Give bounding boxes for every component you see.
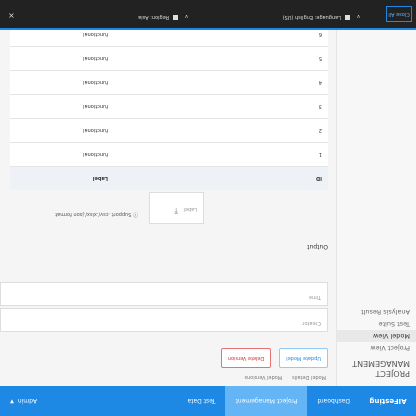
cell-label: functional: [83, 31, 108, 38]
region-select[interactable]: Region: Asia: [138, 14, 178, 20]
user-name: Admin: [17, 397, 37, 405]
cell-id: 5: [318, 55, 322, 62]
nav-tab-test-data[interactable]: Test Data: [177, 386, 225, 416]
cell-label: functional: [83, 55, 108, 62]
user-menu[interactable]: Admin ▼: [0, 386, 37, 416]
format-hint: ⓘ Support .csv/.xlsx/.json format: [55, 211, 138, 218]
table-row: 5 functional: [10, 46, 328, 70]
cell-id: 1: [318, 151, 322, 158]
top-navbar: AIFesting Dashboard Project Management T…: [0, 386, 416, 416]
main-content: Model Details Model Versions Update Mode…: [0, 22, 334, 386]
info-icon: ⓘ: [131, 211, 138, 217]
table-row: 4 functional: [10, 70, 328, 94]
bottom-toolbar: Close All v Language: English (US) v Reg…: [0, 0, 416, 30]
labels-table: ID Label 1 functional 2 functional 3 fun…: [10, 22, 328, 190]
sidebar: PROJECT MANAGEMENT Project View Model Vi…: [336, 30, 416, 386]
action-buttons: Update Model Delete Version: [220, 348, 328, 368]
sidebar-item-test-suite[interactable]: Test Suite: [337, 318, 416, 330]
upload-label: Label: [183, 206, 198, 212]
chevron-down-icon[interactable]: v: [185, 13, 188, 19]
sidebar-item-project-view[interactable]: Project View: [337, 342, 416, 354]
close-icon[interactable]: ×: [8, 11, 15, 20]
close-all-button[interactable]: Close All: [386, 6, 412, 22]
column-header-label: Label: [92, 175, 108, 182]
cell-id: 2: [318, 127, 322, 134]
time-field[interactable]: Time: [0, 282, 328, 306]
label-upload[interactable]: Label ⤒: [149, 192, 204, 224]
upload-icon: ⤒: [174, 206, 178, 215]
creator-field[interactable]: Creator: [0, 308, 328, 332]
nav-tab-project-management[interactable]: Project Management: [225, 386, 308, 416]
format-hint-text: Support .csv/.xlsx/.json format: [55, 211, 132, 217]
table-row: 1 functional: [10, 142, 328, 166]
brand-logo[interactable]: AIFesting: [360, 386, 416, 416]
sidebar-item-analysis-result[interactable]: Analysis Result: [337, 306, 416, 318]
cell-label: functional: [83, 127, 108, 134]
sidebar-heading-line2: MANAGEMENT: [352, 359, 410, 368]
cell-label: functional: [83, 79, 108, 86]
app-stage: AIFesting Dashboard Project Management T…: [0, 0, 416, 416]
cell-id: 6: [318, 31, 322, 38]
table-header-row: ID Label: [10, 166, 328, 190]
cell-label: functional: [83, 103, 108, 110]
column-header-id: ID: [315, 175, 322, 182]
checkbox-icon: [173, 15, 178, 20]
delete-version-button[interactable]: Delete Version: [220, 348, 272, 368]
table-row: 2 functional: [10, 118, 328, 142]
nav-tab-dashboard[interactable]: Dashboard: [307, 386, 360, 416]
checkbox-icon: [345, 15, 350, 20]
cell-id: 3: [318, 103, 322, 110]
sidebar-heading-line1: PROJECT: [375, 369, 410, 378]
region-select-label: Region: Asia: [138, 14, 169, 20]
chevron-down-icon: ▼: [10, 398, 14, 404]
language-select-label: Language: English (US): [282, 14, 341, 20]
cell-label: functional: [83, 151, 108, 158]
chevron-down-icon[interactable]: v: [357, 13, 360, 19]
cell-id: 4: [318, 79, 322, 86]
language-select[interactable]: Language: English (US): [283, 14, 350, 20]
output-section-label: Output: [307, 243, 328, 250]
sidebar-heading: PROJECT MANAGEMENT: [337, 354, 416, 386]
table-row: 3 functional: [10, 94, 328, 118]
update-model-button[interactable]: Update Model: [279, 348, 328, 368]
sidebar-item-model-view[interactable]: Model View: [337, 330, 416, 342]
